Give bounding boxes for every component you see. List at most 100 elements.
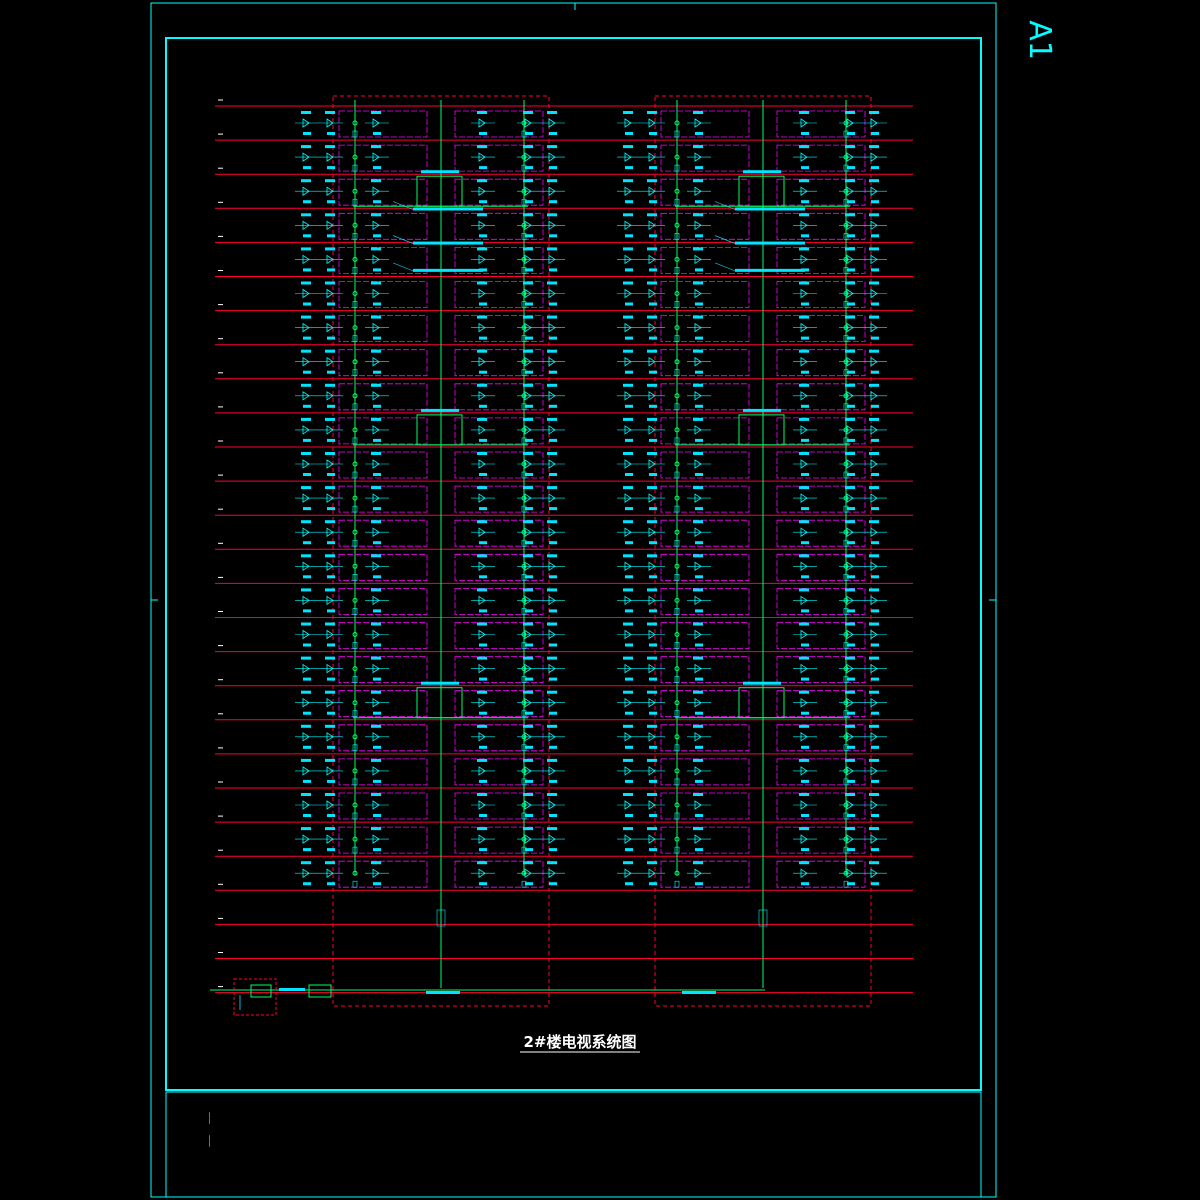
outlet-tag — [871, 404, 879, 408]
outlet-tag — [477, 554, 487, 558]
outlet-tag — [303, 234, 311, 238]
outlet-tag — [479, 848, 487, 852]
outlet-tag — [801, 234, 809, 238]
outlet-tag — [327, 268, 335, 272]
outlet-tag — [693, 554, 703, 558]
floor-box — [660, 178, 750, 206]
outlet-tag — [649, 882, 657, 886]
outlet-tag — [301, 452, 311, 455]
outlet-tag — [693, 349, 703, 353]
outlet-tag — [301, 145, 311, 149]
outlet-tag — [327, 438, 335, 442]
outlet-tag — [801, 370, 809, 374]
outlet-tag — [547, 724, 557, 728]
outlet-tag — [647, 656, 657, 660]
outlet-tag — [869, 179, 879, 183]
outlet-tag — [523, 179, 533, 183]
outlet-tag — [327, 473, 335, 476]
outlet-tag — [477, 349, 487, 353]
outlet-tag — [523, 588, 533, 592]
outlet-tag — [649, 473, 657, 476]
outlet-tag — [649, 507, 657, 511]
outlet-tag — [325, 315, 335, 319]
note-text-block — [413, 268, 483, 272]
outlet-tag — [327, 575, 335, 579]
outlet-tag — [623, 861, 633, 865]
outlet-tag — [625, 370, 633, 374]
outlet-tag — [373, 268, 381, 272]
outlet-tag — [623, 145, 633, 149]
outlet-tag — [549, 132, 557, 135]
floor-box — [338, 144, 428, 172]
outlet-tag — [695, 745, 703, 749]
outlet-tag — [693, 281, 703, 285]
outlet-tag — [301, 554, 311, 558]
outlet-tag — [301, 793, 311, 796]
outlet-tag — [549, 848, 557, 852]
outlet-tag — [325, 281, 335, 285]
outlet-tag — [477, 588, 487, 592]
outlet-tag — [371, 247, 381, 251]
outlet-tag — [373, 609, 381, 613]
outlet-tag — [549, 438, 557, 442]
outlet-tag — [479, 336, 487, 340]
outlet-tag — [647, 452, 657, 455]
outlet-tag — [647, 281, 657, 285]
floor-box — [660, 690, 750, 718]
outlet-tag — [625, 404, 633, 408]
note-leader — [392, 262, 414, 272]
outlet-tag — [845, 520, 855, 524]
outlet-tag — [799, 861, 809, 865]
outlet-tag — [695, 404, 703, 408]
outlet-tag — [549, 302, 557, 306]
outlet-tag — [549, 370, 557, 374]
outlet-tag — [523, 417, 533, 421]
outlet-tag — [303, 575, 311, 579]
outlet-tag — [625, 507, 633, 511]
outlet-tag — [799, 213, 809, 217]
floor-box — [338, 110, 428, 138]
outlet-tag — [301, 247, 311, 251]
outlet-tag — [547, 383, 557, 387]
outlet-tag — [373, 200, 381, 204]
floor-box — [660, 724, 750, 752]
outlet-tag — [647, 247, 657, 251]
amplifier-tag — [421, 408, 459, 412]
outlet-tag — [547, 452, 557, 455]
outlet-tag — [373, 848, 381, 852]
outlet-tag — [649, 848, 657, 852]
outlet-tag — [301, 758, 311, 762]
outlet-tag — [845, 349, 855, 353]
outlet-tag — [371, 315, 381, 319]
outlet-tag — [303, 643, 311, 647]
outlet-tag — [303, 438, 311, 442]
outlet-tag — [549, 711, 557, 715]
outlet-tag — [623, 724, 633, 728]
outlet-tag — [647, 145, 657, 149]
outlet-tag — [371, 758, 381, 762]
outlet-tag — [547, 656, 557, 660]
outlet-tag — [869, 758, 879, 762]
outlet-tag — [477, 827, 487, 831]
outlet-tag — [327, 779, 335, 783]
outlet-tag — [647, 111, 657, 114]
outlet-tag — [649, 234, 657, 238]
outlet-tag — [547, 520, 557, 524]
outlet-tag — [625, 132, 633, 135]
drawing-frame — [165, 37, 982, 1091]
outlet-tag — [623, 827, 633, 831]
outlet-tag — [477, 793, 487, 796]
outlet-tag — [869, 861, 879, 865]
outlet-tag — [799, 417, 809, 421]
outlet-tag — [371, 622, 381, 626]
outlet-tag — [477, 520, 487, 524]
outlet-tag — [649, 745, 657, 749]
outlet-tag — [693, 179, 703, 183]
outlet-tag — [325, 111, 335, 114]
floor-box — [660, 485, 750, 513]
outlet-tag — [625, 882, 633, 886]
outlet-tag — [477, 656, 487, 660]
outlet-tag — [695, 882, 703, 886]
outlet-tag — [373, 132, 381, 135]
outlet-tag — [373, 575, 381, 579]
